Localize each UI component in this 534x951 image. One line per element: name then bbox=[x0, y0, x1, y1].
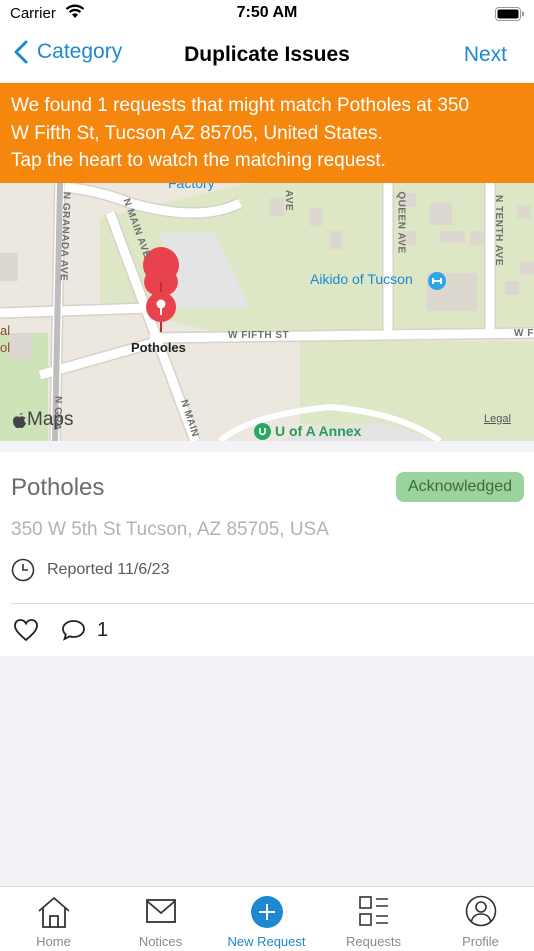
duplicate-notice-banner: We found 1 requests that might match Pot… bbox=[0, 83, 534, 183]
navigation-bar: Category Duplicate Issues Next bbox=[0, 30, 534, 82]
home-icon bbox=[36, 895, 72, 934]
person-icon bbox=[465, 895, 497, 932]
tab-label: Notices bbox=[138, 934, 183, 949]
legal-link[interactable]: Legal bbox=[484, 413, 511, 425]
banner-line: Tap the heart to watch the matching requ… bbox=[11, 150, 386, 171]
tab-new-request[interactable]: New Request bbox=[213, 887, 320, 951]
next-button[interactable]: Next bbox=[464, 43, 507, 67]
poi-label: Factory bbox=[168, 183, 215, 191]
poi-label: al bbox=[0, 323, 11, 338]
clock-icon bbox=[11, 558, 35, 587]
annex-icon bbox=[254, 423, 271, 441]
tab-label: Profile bbox=[462, 934, 499, 949]
status-bar: Carrier 7:50 AM bbox=[0, 0, 534, 30]
issue-address: 350 W 5th St Tucson, AZ 85705, USA bbox=[11, 519, 329, 540]
street-label: N TENTH AVE bbox=[493, 194, 505, 267]
tab-label: Requests bbox=[346, 934, 401, 949]
poi-label: Aikido of Tucson bbox=[310, 271, 413, 287]
tab-requests[interactable]: Requests bbox=[320, 887, 427, 951]
street-label: QUEEN AVE bbox=[395, 191, 407, 254]
list-icon bbox=[358, 895, 390, 932]
status-badge: Acknowledged bbox=[396, 472, 524, 502]
plus-circle-icon bbox=[250, 895, 284, 934]
tab-home[interactable]: Home bbox=[0, 887, 107, 951]
clock-time: 7:50 AM bbox=[236, 4, 298, 21]
maps-brand-label: Maps bbox=[27, 409, 74, 430]
tab-profile[interactable]: Profile bbox=[427, 887, 534, 951]
pin-label: Potholes bbox=[131, 340, 186, 355]
poi-label: ol bbox=[0, 340, 11, 355]
banner-line: W Fifth St, Tucson AZ 85705, United Stat… bbox=[11, 122, 383, 144]
matching-request-card[interactable]: Potholes Acknowledged 350 W 5th St Tucso… bbox=[0, 452, 534, 656]
reported-date: Reported 11/6/23 bbox=[47, 561, 170, 578]
apple-maps-logo: Maps bbox=[12, 409, 73, 431]
divider bbox=[11, 603, 534, 604]
dumbbell-icon bbox=[428, 272, 446, 295]
mail-icon bbox=[145, 898, 177, 929]
poi-label: U of A Annex bbox=[275, 423, 362, 439]
map-view[interactable]: N GRANADA AVE N MAIN AVE N MAIN N GRA QU… bbox=[0, 183, 534, 441]
banner-line: We found 1 requests that might match Pot… bbox=[11, 95, 470, 116]
street-label: AVE bbox=[283, 189, 295, 212]
comment-count: 1 bbox=[97, 619, 109, 641]
tab-notices[interactable]: Notices bbox=[107, 887, 214, 951]
tab-label: New Request bbox=[227, 934, 306, 949]
tab-bar: Home Notices New Request Requests Profil… bbox=[0, 886, 534, 951]
map-background bbox=[0, 183, 534, 441]
battery-icon bbox=[495, 7, 525, 26]
issue-title: Potholes bbox=[11, 474, 105, 501]
tab-label: Home bbox=[36, 934, 71, 949]
heart-icon[interactable] bbox=[13, 618, 39, 647]
apple-logo-icon bbox=[13, 412, 26, 428]
street-label: W F bbox=[514, 328, 534, 339]
comment-icon[interactable] bbox=[61, 619, 86, 646]
page-title: Duplicate Issues bbox=[184, 43, 350, 66]
street-label: W FIFTH ST bbox=[228, 330, 290, 341]
